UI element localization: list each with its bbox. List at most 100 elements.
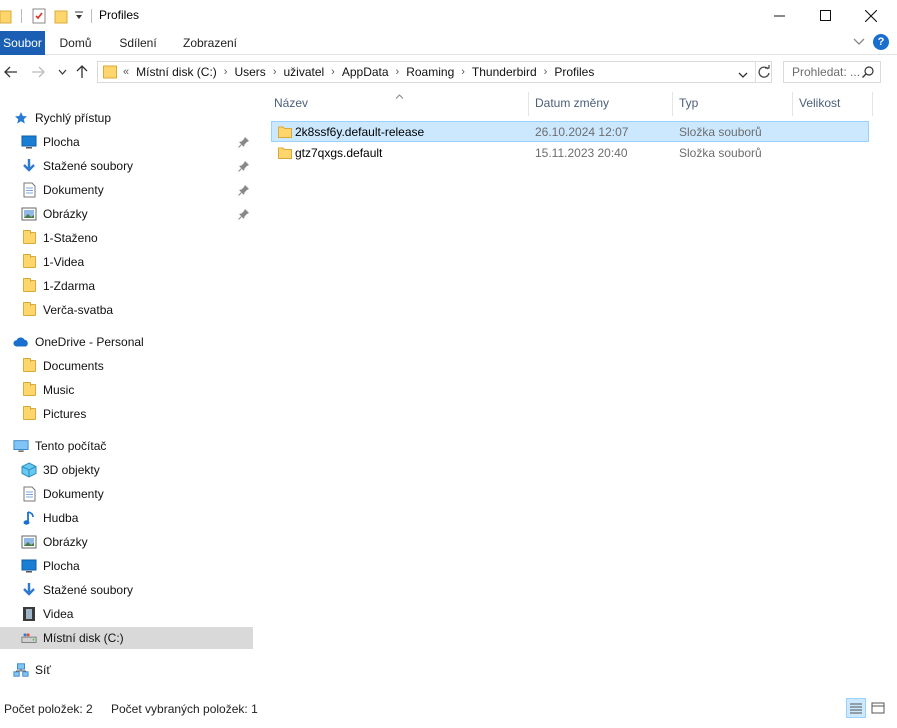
large-icons-view-button[interactable]: [868, 698, 888, 718]
pictures-icon: [21, 534, 37, 550]
tab-view[interactable]: Zobrazení: [176, 31, 244, 55]
nav-item-label: Plocha: [43, 559, 80, 573]
title-divider: [91, 9, 92, 23]
breadcrumb-item[interactable]: uživatel: [277, 65, 330, 79]
nav-item[interactable]: 1-Zdarma: [0, 275, 253, 297]
minimize-button[interactable]: [756, 0, 802, 31]
nav-item-label: 1-Zdarma: [43, 279, 96, 293]
help-button[interactable]: ?: [873, 34, 889, 50]
search-placeholder: Prohledat: ...: [792, 65, 861, 79]
desktop-icon: [21, 558, 37, 574]
tab-home[interactable]: Domů: [53, 31, 98, 55]
tab-file[interactable]: Soubor: [0, 31, 45, 55]
nav-item[interactable]: Rychlý přístup: [0, 107, 253, 129]
customize-toolbar-icon[interactable]: [74, 10, 84, 25]
address-history-icon[interactable]: [738, 68, 748, 82]
nav-item-label: 1-Staženo: [43, 231, 98, 245]
table-row[interactable]: gtz7qxgs.default 15.11.2023 20:40 Složka…: [271, 142, 869, 163]
nav-item[interactable]: 3D objekty: [0, 459, 253, 481]
breadcrumb-item[interactable]: Roaming: [400, 65, 460, 79]
tab-share[interactable]: Sdílení: [112, 31, 164, 55]
nav-item[interactable]: Tento počítač: [0, 435, 253, 457]
column-divider[interactable]: [872, 92, 873, 116]
back-button[interactable]: [1, 62, 21, 82]
nav-item[interactable]: Verča-svatba: [0, 299, 253, 321]
nav-item-label: Music: [43, 383, 75, 397]
nav-item[interactable]: Stažené soubory: [0, 579, 253, 601]
nav-item[interactable]: Obrázky: [0, 203, 253, 225]
desktop-icon: [21, 134, 37, 150]
nav-item-label: Síť: [35, 663, 51, 677]
status-bar: Počet položek: 2 Počet vybraných položek…: [0, 696, 897, 722]
close-button[interactable]: [848, 0, 894, 31]
quick-access-divider: [21, 9, 22, 23]
nav-item[interactable]: Plocha: [0, 131, 253, 153]
nav-item-label: OneDrive - Personal: [35, 335, 144, 349]
breadcrumb: « Místní disk (C:) › Users › uživatel › …: [122, 62, 600, 82]
column-header-size[interactable]: Velikost: [799, 92, 869, 116]
nav-item-label: Verča-svatba: [43, 303, 114, 317]
nav-item[interactable]: Síť: [0, 659, 253, 681]
breadcrumb-item[interactable]: Místní disk (C:): [130, 65, 223, 79]
nav-item[interactable]: Music: [0, 379, 253, 401]
nav-item[interactable]: Dokumenty: [0, 483, 253, 505]
nav-item-label: Documents: [43, 359, 104, 373]
expand-ribbon-icon[interactable]: [853, 38, 865, 46]
title-bar: Profiles: [0, 0, 897, 31]
details-view-button[interactable]: [846, 698, 866, 718]
up-button[interactable]: [72, 62, 92, 82]
recent-locations-button[interactable]: [52, 62, 72, 82]
window-title: Profiles: [99, 8, 140, 22]
new-folder-icon[interactable]: [54, 8, 68, 27]
search-box[interactable]: Prohledat: ...: [783, 61, 881, 83]
forward-button[interactable]: [28, 62, 48, 82]
nav-item[interactable]: Místní disk (C:): [0, 627, 253, 649]
computer-icon: [13, 438, 29, 454]
column-divider[interactable]: [672, 92, 673, 116]
network-icon: [13, 662, 29, 678]
nav-item[interactable]: Plocha: [0, 555, 253, 577]
column-divider[interactable]: [792, 92, 793, 116]
nav-item-label: Pictures: [43, 407, 87, 421]
nav-item[interactable]: 1-Videa: [0, 251, 253, 273]
navigation-bar: « Místní disk (C:) › Users › uživatel › …: [0, 56, 897, 88]
nav-item[interactable]: Videa: [0, 603, 253, 625]
folder-icon: [21, 302, 37, 318]
properties-icon[interactable]: [31, 8, 47, 27]
nav-item[interactable]: OneDrive - Personal: [0, 331, 253, 353]
file-date: 26.10.2024 12:07: [535, 125, 629, 139]
download-icon: [21, 158, 37, 174]
search-icon[interactable]: [862, 66, 874, 81]
nav-item[interactable]: Documents: [0, 355, 253, 377]
refresh-icon[interactable]: [757, 65, 771, 82]
drive-icon: [21, 630, 37, 646]
breadcrumb-item[interactable]: Thunderbird: [466, 65, 543, 79]
breadcrumb-item[interactable]: Users: [228, 65, 271, 79]
nav-item-label: Stažené soubory: [43, 583, 134, 597]
nav-item[interactable]: Pictures: [0, 403, 253, 425]
column-header-date[interactable]: Datum změny: [535, 92, 671, 116]
folder-icon: [278, 146, 292, 163]
breadcrumb-overflow[interactable]: «: [122, 66, 130, 78]
breadcrumb-item[interactable]: Profiles: [548, 65, 600, 79]
large-icons-view-icon: [871, 702, 885, 714]
file-name: 2k8ssf6y.default-release: [295, 125, 425, 139]
column-header-type[interactable]: Typ: [679, 92, 791, 116]
table-row[interactable]: 2k8ssf6y.default-release 26.10.2024 12:0…: [271, 121, 869, 142]
column-header-name[interactable]: Název: [274, 92, 526, 116]
pin-icon: [238, 184, 250, 196]
breadcrumb-item[interactable]: AppData: [336, 65, 395, 79]
nav-item[interactable]: Dokumenty: [0, 179, 253, 201]
arrow-left-icon: [4, 66, 17, 78]
column-divider[interactable]: [528, 92, 529, 116]
item-count: Počet položek: 2: [4, 702, 93, 716]
maximize-button[interactable]: [802, 0, 848, 31]
address-bar[interactable]: « Místní disk (C:) › Users › uživatel › …: [97, 61, 772, 83]
file-type: Složka souborů: [679, 146, 762, 160]
nav-item[interactable]: Hudba: [0, 507, 253, 529]
nav-item[interactable]: Obrázky: [0, 531, 253, 553]
nav-item[interactable]: Stažené soubory: [0, 155, 253, 177]
folder-icon: [21, 382, 37, 398]
file-date: 15.11.2023 20:40: [535, 146, 628, 160]
nav-item[interactable]: 1-Staženo: [0, 227, 253, 249]
